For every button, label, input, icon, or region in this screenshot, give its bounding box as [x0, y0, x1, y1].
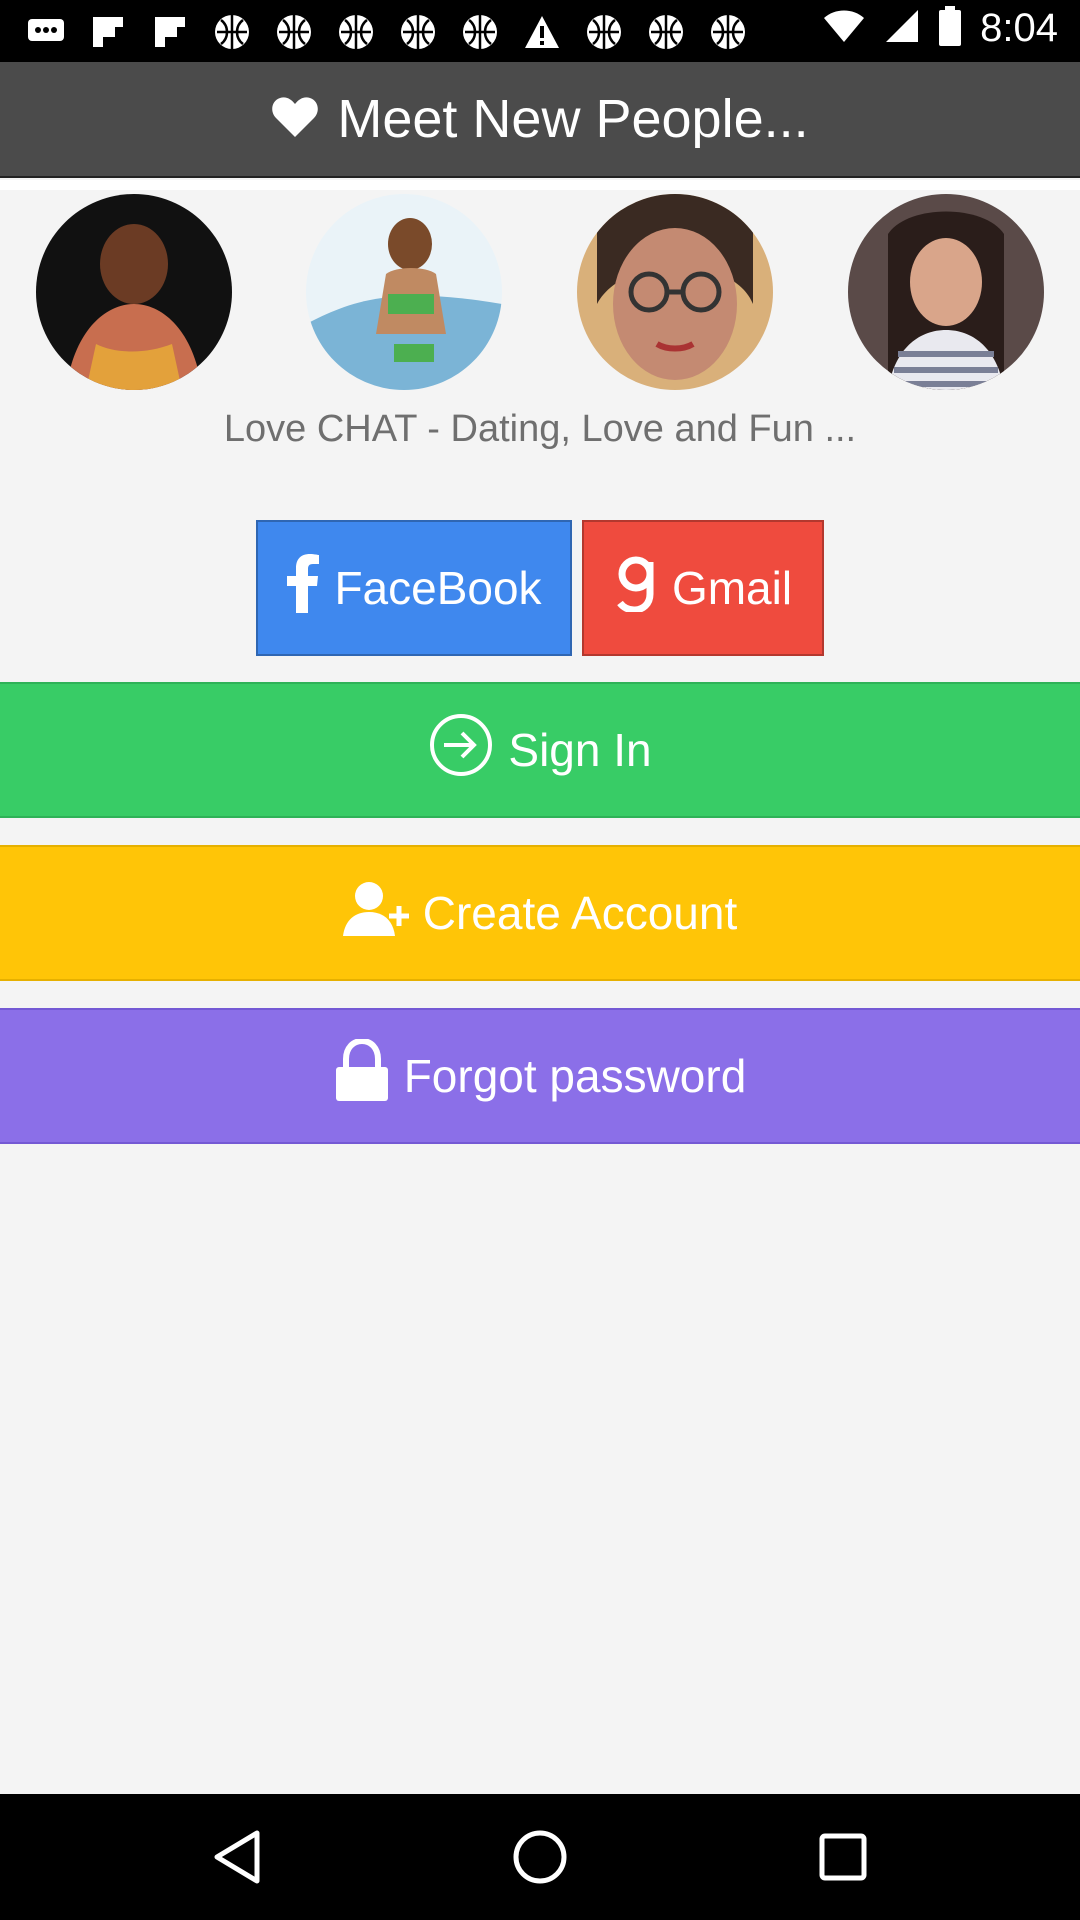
- basketball-icon: [582, 12, 626, 52]
- profile-photo-4[interactable]: [848, 194, 1044, 390]
- header-divider: [0, 180, 1080, 190]
- create-account-label: Create Account: [422, 887, 738, 939]
- sign-in-icon: [428, 712, 494, 789]
- basketball-icon: [396, 12, 440, 52]
- gmail-login-button[interactable]: Gmail: [582, 520, 824, 656]
- navigation-bar: [0, 1794, 1080, 1920]
- basketball-icon: [644, 12, 688, 52]
- warning-icon: [520, 12, 564, 52]
- app-header: Meet New People...: [0, 62, 1080, 178]
- recent-apps-icon[interactable]: [808, 1822, 878, 1892]
- sign-in-label: Sign In: [508, 724, 652, 776]
- profile-photo-2[interactable]: [306, 194, 502, 390]
- add-user-icon: [342, 880, 409, 947]
- home-icon[interactable]: [505, 1822, 575, 1892]
- back-icon[interactable]: [202, 1822, 272, 1892]
- forgot-password-label: Forgot password: [403, 1050, 747, 1102]
- signal-icon: [884, 8, 920, 49]
- wifi-icon: [822, 8, 866, 49]
- app-tagline: Love CHAT - Dating, Love and Fun ...: [223, 408, 857, 450]
- gmail-label: Gmail: [671, 562, 793, 614]
- facebook-login-button[interactable]: FaceBook: [256, 520, 572, 656]
- system-status: 8:04: [822, 6, 1058, 51]
- facebook-label: FaceBook: [334, 562, 542, 614]
- featured-profiles: [0, 194, 1080, 390]
- chat-bubble-icon: [24, 12, 68, 52]
- notification-icons: [24, 12, 750, 52]
- flipboard-icon: [148, 12, 192, 52]
- basketball-icon: [210, 12, 254, 52]
- basketball-icon: [706, 12, 750, 52]
- heart-icon: [271, 95, 319, 144]
- battery-icon: [938, 6, 962, 51]
- lock-icon: [334, 1037, 390, 1114]
- profile-photo-1[interactable]: [36, 194, 232, 390]
- create-account-button[interactable]: Create Account: [0, 845, 1080, 981]
- basketball-icon: [458, 12, 502, 52]
- status-bar: 8:04: [0, 0, 1080, 62]
- basketball-icon: [334, 12, 378, 52]
- facebook-icon: [286, 553, 320, 624]
- flipboard-icon: [86, 12, 130, 52]
- page-title: Meet New People...: [337, 89, 809, 149]
- profile-photo-3[interactable]: [577, 194, 773, 390]
- basketball-icon: [272, 12, 316, 52]
- sign-in-button[interactable]: Sign In: [0, 682, 1080, 818]
- forgot-password-button[interactable]: Forgot password: [0, 1008, 1080, 1144]
- status-time: 8:04: [980, 6, 1058, 50]
- google-icon: [614, 554, 658, 623]
